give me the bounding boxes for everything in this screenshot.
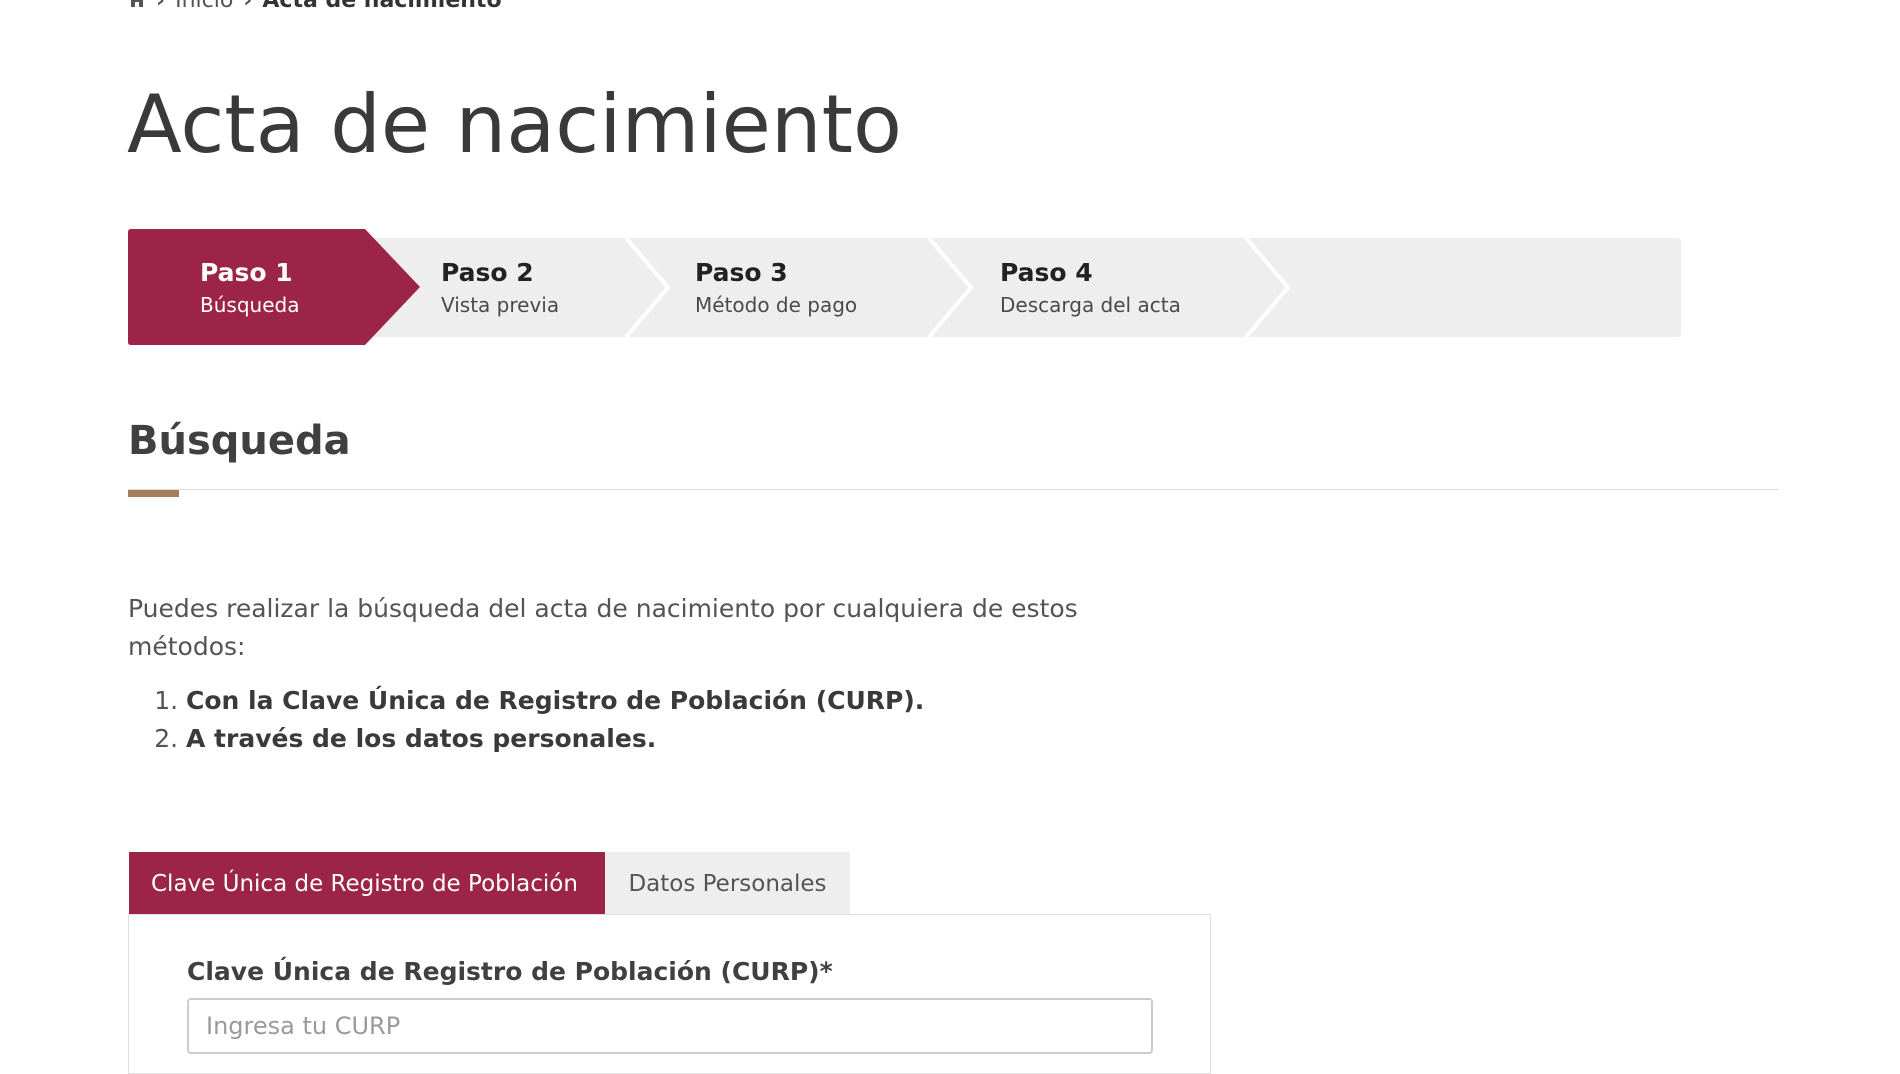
method-2-text: A través de los datos personales. xyxy=(186,724,657,753)
step-separator-chevron-icon xyxy=(927,238,974,337)
step-2-label: Vista previa xyxy=(441,292,560,317)
page-title: Acta de nacimiento xyxy=(127,78,902,171)
step-1-number: Paso 1 xyxy=(200,257,293,287)
step-4: Paso 4 Descarga del acta xyxy=(1000,229,1181,345)
search-tabs: Clave Única de Registro de Población Dat… xyxy=(129,852,850,916)
progress-stepper: Paso 1 Búsqueda Paso 2 Vista previa Paso… xyxy=(128,229,1681,345)
step-2-number: Paso 2 xyxy=(441,257,534,287)
curp-input[interactable] xyxy=(187,998,1153,1054)
step-4-label: Descarga del acta xyxy=(1000,292,1181,317)
search-methods-list: Con la Clave Única de Registro de Poblac… xyxy=(138,682,924,758)
curp-form-panel: Clave Única de Registro de Población (CU… xyxy=(128,914,1211,1074)
step-separator-chevron-icon xyxy=(624,238,671,337)
step-3-label: Método de pago xyxy=(695,292,858,317)
intro-text: Puedes realizar la búsqueda del acta de … xyxy=(128,594,1078,661)
curp-field-label: Clave Única de Registro de Población (CU… xyxy=(187,957,833,986)
breadcrumb-home-link[interactable]: Inicio xyxy=(175,0,233,13)
step-4-number: Paso 4 xyxy=(1000,257,1093,287)
section-accent-bar xyxy=(128,490,179,497)
breadcrumb-separator: › xyxy=(156,0,166,13)
breadcrumb: › Inicio › Acta de nacimiento xyxy=(128,0,502,13)
step-separator-chevron-icon xyxy=(1244,238,1291,337)
section-divider xyxy=(128,489,1778,490)
breadcrumb-current: Acta de nacimiento xyxy=(262,0,502,13)
step-1: Paso 1 Búsqueda xyxy=(128,229,418,345)
home-icon[interactable] xyxy=(128,0,146,8)
breadcrumb-separator: › xyxy=(243,0,253,13)
list-item: Con la Clave Única de Registro de Poblac… xyxy=(186,682,924,720)
step-3-number: Paso 3 xyxy=(695,257,788,287)
step-3: Paso 3 Método de pago xyxy=(695,229,857,345)
tab-curp[interactable]: Clave Única de Registro de Población xyxy=(129,852,605,916)
method-1-text: Con la Clave Única de Registro de Poblac… xyxy=(186,686,925,715)
section-title: Búsqueda xyxy=(128,418,351,464)
tab-datos-personales[interactable]: Datos Personales xyxy=(605,852,850,916)
step-1-label: Búsqueda xyxy=(200,292,300,317)
step-2: Paso 2 Vista previa xyxy=(441,229,559,345)
list-item: A través de los datos personales. xyxy=(186,720,924,758)
